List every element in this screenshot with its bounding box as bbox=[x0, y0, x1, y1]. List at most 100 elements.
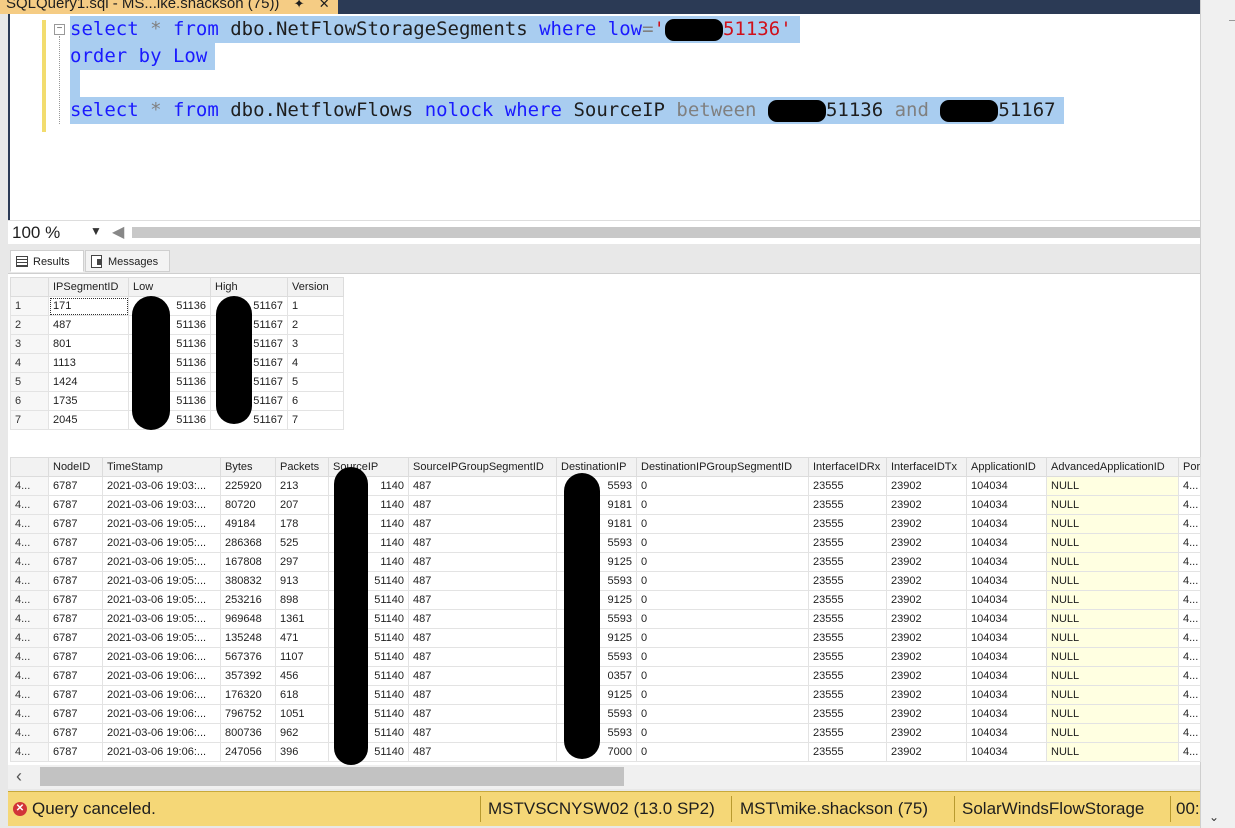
column-header[interactable]: Port bbox=[1178, 457, 1201, 477]
chevron-down-icon[interactable]: ⌄ bbox=[1209, 810, 1219, 824]
table-cell[interactable]: 135248 bbox=[220, 628, 276, 648]
table-cell[interactable]: NULL bbox=[1046, 590, 1179, 610]
table-cell[interactable]: 0 bbox=[636, 647, 809, 667]
table-cell[interactable]: 487 bbox=[408, 495, 557, 515]
segments-grid[interactable]: IPSegmentID Low High Version 1 171 51136 51167… bbox=[10, 277, 344, 430]
table-cell[interactable]: 2021-03-06 19:06:... bbox=[102, 666, 221, 686]
table-cell[interactable]: 104034 bbox=[966, 723, 1047, 743]
table-cell[interactable]: 104034 bbox=[966, 704, 1047, 724]
table-cell[interactable]: 800736 bbox=[220, 723, 276, 743]
table-cell[interactable]: 207 bbox=[275, 495, 329, 515]
table-cell[interactable]: 4... bbox=[1178, 609, 1201, 629]
table-cell[interactable]: 23902 bbox=[886, 514, 967, 534]
row-number[interactable]: 5 bbox=[10, 372, 49, 392]
column-header[interactable]: InterfaceIDTx bbox=[886, 457, 967, 477]
table-cell[interactable]: 1051 bbox=[275, 704, 329, 724]
table-cell[interactable]: 167808 bbox=[220, 552, 276, 572]
table-cell[interactable]: 2021-03-06 19:06:... bbox=[102, 723, 221, 743]
table-cell[interactable]: 618 bbox=[275, 685, 329, 705]
table-cell[interactable]: 23902 bbox=[886, 647, 967, 667]
table-cell[interactable]: 23902 bbox=[886, 685, 967, 705]
zoom-select[interactable]: 100 % bbox=[12, 223, 60, 243]
table-cell[interactable]: 4... bbox=[1178, 571, 1201, 591]
column-header[interactable]: High bbox=[210, 277, 288, 297]
table-cell[interactable]: 796752 bbox=[220, 704, 276, 724]
row-number[interactable]: 4... bbox=[10, 495, 49, 515]
table-cell[interactable]: 6787 bbox=[48, 609, 103, 629]
table-cell[interactable]: 6787 bbox=[48, 742, 103, 762]
table-cell[interactable]: 6787 bbox=[48, 647, 103, 667]
table-cell[interactable]: 23555 bbox=[808, 571, 887, 591]
table-cell[interactable]: 0 bbox=[636, 495, 809, 515]
row-number[interactable]: 4... bbox=[10, 590, 49, 610]
table-cell[interactable]: 2021-03-06 19:05:... bbox=[102, 514, 221, 534]
code-line-2[interactable]: order by Low bbox=[70, 43, 216, 70]
table-cell[interactable]: 487 bbox=[408, 647, 557, 667]
table-cell[interactable]: 2021-03-06 19:06:... bbox=[102, 704, 221, 724]
table-row[interactable]: 3 801 51136 51167 3 bbox=[10, 334, 344, 354]
table-cell[interactable]: 4... bbox=[1178, 495, 1201, 515]
table-cell[interactable]: 0 bbox=[636, 514, 809, 534]
table-cell[interactable]: 213 bbox=[275, 476, 329, 496]
table-cell[interactable]: 6787 bbox=[48, 628, 103, 648]
column-header[interactable] bbox=[10, 277, 49, 297]
table-cell[interactable]: NULL bbox=[1046, 476, 1179, 496]
column-header[interactable]: InterfaceIDRx bbox=[808, 457, 887, 477]
table-cell[interactable]: 3 bbox=[287, 334, 344, 354]
table-cell[interactable]: 4... bbox=[1178, 514, 1201, 534]
column-header[interactable]: DestinationIP bbox=[556, 457, 637, 477]
table-row[interactable]: 4... 6787 2021-03-06 19:06:... 247056 396 511… bbox=[10, 742, 1201, 762]
table-row[interactable]: 4... 6787 2021-03-06 19:05:... 49184 178 1140… bbox=[10, 514, 1201, 534]
table-row[interactable]: 4... 6787 2021-03-06 19:06:... 800736 962 511… bbox=[10, 723, 1201, 743]
table-cell[interactable]: 176320 bbox=[220, 685, 276, 705]
table-cell[interactable]: 396 bbox=[275, 742, 329, 762]
chevron-down-icon[interactable]: ▼ bbox=[90, 224, 102, 238]
table-cell[interactable]: 1107 bbox=[275, 647, 329, 667]
table-cell[interactable]: 286368 bbox=[220, 533, 276, 553]
table-cell[interactable]: 225920 bbox=[220, 476, 276, 496]
row-number[interactable]: 4... bbox=[10, 685, 49, 705]
table-cell[interactable]: 1424 bbox=[48, 372, 129, 392]
table-cell[interactable]: 2021-03-06 19:05:... bbox=[102, 571, 221, 591]
table-cell[interactable]: 247056 bbox=[220, 742, 276, 762]
table-cell[interactable]: 2021-03-06 19:06:... bbox=[102, 685, 221, 705]
close-icon[interactable]: ✕ bbox=[319, 0, 330, 14]
table-cell[interactable]: 2021-03-06 19:05:... bbox=[102, 628, 221, 648]
table-cell[interactable]: 4... bbox=[1178, 628, 1201, 648]
table-cell[interactable]: 2 bbox=[287, 315, 344, 335]
column-header[interactable]: Bytes bbox=[220, 457, 276, 477]
table-cell[interactable]: 487 bbox=[408, 571, 557, 591]
row-number[interactable]: 4... bbox=[10, 533, 49, 553]
table-cell[interactable]: NULL bbox=[1046, 666, 1179, 686]
table-cell[interactable]: 104034 bbox=[966, 552, 1047, 572]
query-editor[interactable]: − select * from dbo.NetFlowStorageSegmen… bbox=[8, 14, 1200, 220]
table-cell[interactable]: 23555 bbox=[808, 723, 887, 743]
row-number[interactable]: 6 bbox=[10, 391, 49, 411]
table-cell[interactable]: 0 bbox=[636, 704, 809, 724]
table-row[interactable]: 4... 6787 2021-03-06 19:06:... 176320 618 511… bbox=[10, 685, 1201, 705]
table-cell[interactable]: 104034 bbox=[966, 571, 1047, 591]
table-cell[interactable]: 6787 bbox=[48, 495, 103, 515]
table-cell[interactable]: 6787 bbox=[48, 666, 103, 686]
table-row[interactable]: 4... 6787 2021-03-06 19:05:... 969648 1361 51… bbox=[10, 609, 1201, 629]
table-cell[interactable]: 23902 bbox=[886, 495, 967, 515]
table-cell[interactable]: 0 bbox=[636, 628, 809, 648]
row-number[interactable]: 4... bbox=[10, 704, 49, 724]
chevron-left-icon[interactable]: ‹ bbox=[16, 766, 22, 787]
table-cell[interactable]: 4... bbox=[1178, 476, 1201, 496]
table-cell[interactable]: 487 bbox=[408, 476, 557, 496]
column-header[interactable] bbox=[10, 457, 49, 477]
column-header[interactable]: ApplicationID bbox=[966, 457, 1047, 477]
table-cell[interactable]: 2021-03-06 19:05:... bbox=[102, 552, 221, 572]
table-cell[interactable]: NULL bbox=[1046, 742, 1179, 762]
editor-hscrollbar[interactable] bbox=[132, 227, 1200, 238]
table-cell[interactable]: 4... bbox=[1178, 533, 1201, 553]
table-cell[interactable]: 6787 bbox=[48, 704, 103, 724]
table-cell[interactable]: 2021-03-06 19:06:... bbox=[102, 742, 221, 762]
column-header[interactable]: Packets bbox=[275, 457, 329, 477]
table-cell[interactable]: 4... bbox=[1178, 704, 1201, 724]
row-number[interactable]: 4... bbox=[10, 552, 49, 572]
table-cell[interactable]: 487 bbox=[408, 742, 557, 762]
scrollbar-thumb[interactable] bbox=[40, 767, 624, 786]
table-cell[interactable]: 0 bbox=[636, 685, 809, 705]
